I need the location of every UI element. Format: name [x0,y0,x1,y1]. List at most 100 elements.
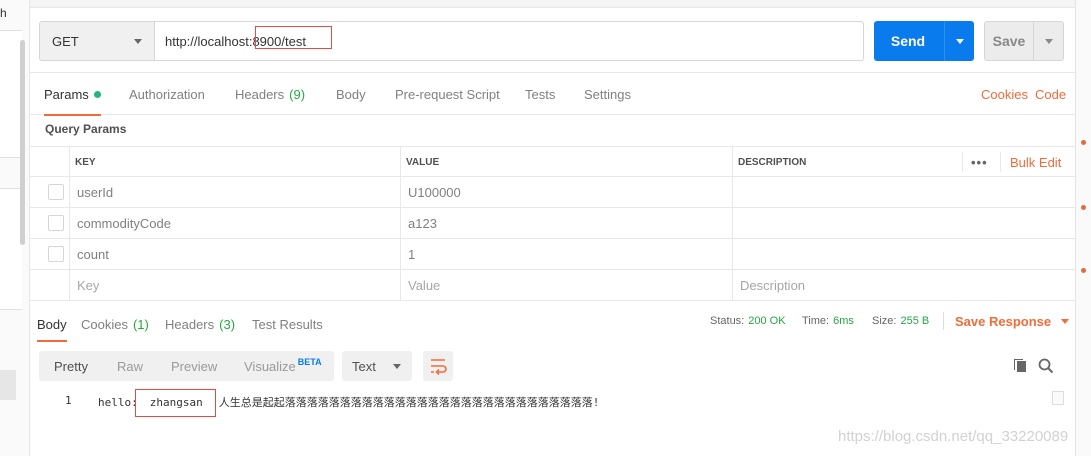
divider [69,239,70,270]
tab-pre-request-script[interactable]: Pre-request Script [395,73,500,115]
table-row: userId U100000 [30,177,1075,208]
divider [69,270,70,301]
param-value[interactable]: 1 [402,239,415,269]
divider [732,147,733,178]
time-value: 6ms [833,315,854,327]
format-pretty[interactable]: Pretty [54,351,88,381]
more-options-icon[interactable]: ••• [971,155,988,170]
format-toggle-group: Pretty Raw Preview Visualize BETA [39,351,334,381]
status-label: Status: [710,315,745,327]
divider [732,177,733,208]
language-select[interactable]: Text [342,351,412,381]
search-button[interactable] [1036,356,1056,376]
line-number: 1 [65,394,72,407]
tab-settings[interactable]: Settings [584,73,631,115]
new-value-input[interactable]: Value [402,270,440,300]
active-dot-icon [93,90,101,98]
format-raw[interactable]: Raw [117,351,143,381]
param-value[interactable]: U100000 [402,177,461,207]
divider [1000,152,1001,172]
divider [400,239,401,270]
save-label: Save [992,33,1026,49]
table-row-new: Key Value Description [30,270,1075,301]
divider [732,208,733,239]
response-tab-cookies[interactable]: Cookies (1) [81,306,149,342]
send-divider [944,21,945,61]
chevron-down-icon[interactable] [1045,39,1053,44]
sidebar-selected-item[interactable] [0,370,16,400]
search-icon [1038,358,1054,374]
tab-tests[interactable]: Tests [525,73,555,115]
param-value[interactable]: a123 [402,208,437,238]
wrap-lines-icon [431,359,447,376]
tab-strip-edge [30,0,1075,8]
tab-params[interactable]: Params [44,73,101,116]
request-tabs: Params Authorization Headers (9) Body Pr… [30,72,1075,116]
param-description[interactable] [734,208,740,238]
beta-badge: BETA [297,357,322,367]
response-tab-body[interactable]: Body [37,306,67,342]
save-divider [1033,22,1034,60]
request-editor: GET http://localhost:8900/test Send Save… [30,0,1075,456]
sidebar-panel [0,188,22,310]
param-key[interactable]: count [71,239,109,269]
tab-label: Settings [584,86,631,102]
language-label: Text [352,358,376,374]
cookies-link[interactable]: Cookies [981,73,1028,115]
copy-icon [1014,359,1026,372]
wrap-lines-button[interactable] [423,351,453,381]
copy-button[interactable] [1010,356,1030,376]
new-key-input[interactable]: Key [71,270,99,300]
column-header-description: DESCRIPTION [738,156,807,168]
tab-label: Pre-request Script [395,86,500,102]
visualize-label: Visualize [244,358,296,374]
divider [732,239,733,270]
sidebar-edge: h [0,0,30,456]
param-key[interactable]: commodityCode [71,208,171,238]
response-message: 人生总是起起落落落落落落落落落落落落落落落落落落落落落落落落落落落落! [218,396,600,409]
code-scrollbar[interactable] [1052,391,1064,405]
size-value: 255 B [900,315,930,327]
divider [962,152,963,172]
tab-authorization[interactable]: Authorization [129,73,205,115]
param-description[interactable] [734,239,740,269]
table-row: commodityCode a123 [30,208,1075,239]
divider [400,147,401,178]
sidebar-scrollbar[interactable] [20,40,25,245]
save-response-button[interactable]: Save Response [955,306,1070,336]
format-visualize[interactable]: Visualize BETA [244,351,322,381]
param-description[interactable] [734,177,740,207]
response-tabs: Body Cookies (1) Headers (3) Test Result… [30,306,1075,342]
row-checkbox[interactable] [48,246,64,262]
column-header-value: VALUE [406,156,440,168]
response-tab-test-results[interactable]: Test Results [252,306,323,342]
time-label: Time: [802,315,830,327]
query-params-title: Query Params [45,122,127,136]
tab-body[interactable]: Body [336,73,366,115]
format-preview[interactable]: Preview [171,351,217,381]
bulk-edit-link[interactable]: Bulk Edit [1010,147,1061,177]
tab-headers[interactable]: Headers (9) [235,73,305,115]
tab-label: Tests [525,86,556,102]
divider [400,177,401,208]
column-header-key: KEY [75,156,96,168]
tab-count: (9) [289,86,306,102]
divider [732,270,733,301]
row-checkbox[interactable] [48,215,64,231]
tab-label: Body [37,316,67,332]
new-description-input[interactable]: Description [734,270,805,300]
send-button[interactable]: Send [874,21,974,61]
annotation-highlight-box [135,389,216,417]
chevron-down-icon[interactable] [956,39,964,44]
marker-icon [1081,140,1086,145]
marker-icon [1081,268,1086,273]
row-checkbox[interactable] [48,184,64,200]
save-button[interactable]: Save [984,21,1064,61]
response-body[interactable]: 1 hello: zhangsan 人生总是起起落落落落落落落落落落落落落落落落落落… [30,389,1075,456]
watermark: https://blog.csdn.net/qq_33220089 [838,428,1069,445]
response-tab-headers[interactable]: Headers (3) [165,306,235,342]
param-key[interactable]: userId [71,177,113,207]
tab-label: Headers [165,316,215,332]
code-link[interactable]: Code [1035,73,1066,115]
method-select[interactable]: GET [39,21,155,61]
